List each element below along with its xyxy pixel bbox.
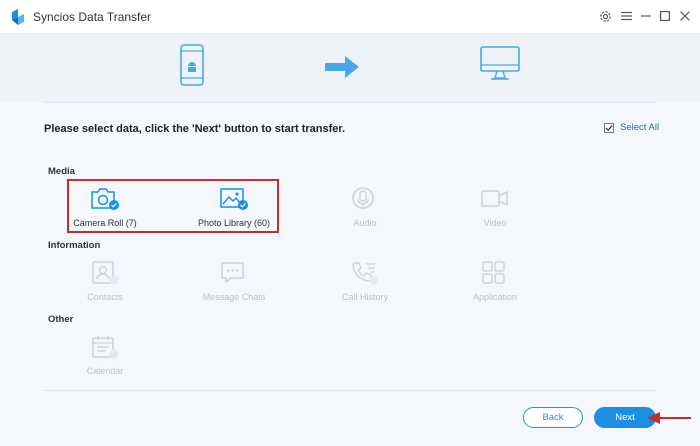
section-label-media: Media bbox=[48, 166, 75, 177]
highlight-box bbox=[67, 179, 279, 233]
item-contacts[interactable]: Contacts bbox=[45, 260, 165, 308]
maximize-icon[interactable] bbox=[657, 8, 673, 24]
item-label: Message Chats bbox=[202, 292, 266, 302]
select-all-checkbox[interactable]: Select All bbox=[604, 122, 659, 133]
instruction-text: Please select data, click the 'Next' but… bbox=[44, 123, 346, 135]
application-icon bbox=[482, 261, 505, 284]
section-label-information: Information bbox=[48, 240, 101, 251]
settings-icon[interactable] bbox=[597, 8, 613, 24]
bottom-divider bbox=[44, 390, 656, 391]
computer-monitor-icon bbox=[480, 46, 520, 80]
item-label: Application bbox=[472, 292, 518, 302]
minimize-icon[interactable] bbox=[638, 8, 654, 24]
calendar-icon bbox=[92, 336, 119, 359]
annotation-arrow-icon bbox=[647, 412, 691, 424]
top-divider bbox=[44, 102, 656, 103]
android-phone-icon bbox=[180, 44, 204, 86]
item-call-history[interactable]: Call History bbox=[305, 260, 425, 308]
item-label: Video bbox=[483, 218, 507, 228]
select-all-label: Select All bbox=[620, 122, 660, 133]
message-icon bbox=[221, 262, 244, 284]
transfer-arrow-icon bbox=[325, 56, 359, 78]
app-logo-icon bbox=[12, 9, 24, 25]
item-label: Call History bbox=[341, 292, 388, 302]
app-title: Syncios Data Transfer bbox=[33, 10, 152, 24]
close-icon[interactable] bbox=[677, 8, 693, 24]
back-button[interactable]: Back bbox=[523, 407, 583, 428]
item-label: Audio bbox=[353, 218, 377, 228]
section-label-other: Other bbox=[48, 314, 74, 325]
item-label: Calendar bbox=[86, 366, 124, 376]
item-calendar[interactable]: Calendar bbox=[45, 334, 165, 382]
item-audio[interactable]: Audio bbox=[305, 186, 425, 234]
call-history-icon bbox=[352, 262, 379, 285]
checkbox-checked-icon[interactable] bbox=[604, 122, 614, 133]
item-message-chats[interactable]: Message Chats bbox=[174, 260, 294, 308]
item-video[interactable]: Video bbox=[435, 186, 555, 234]
item-label: Contacts bbox=[87, 292, 123, 302]
contacts-icon bbox=[92, 261, 119, 285]
item-application[interactable]: Application bbox=[435, 260, 555, 308]
menu-icon[interactable] bbox=[618, 8, 634, 24]
audio-icon bbox=[352, 187, 374, 209]
transfer-direction-header bbox=[0, 34, 700, 102]
title-bar: Syncios Data Transfer bbox=[0, 0, 700, 34]
video-icon bbox=[481, 190, 508, 207]
